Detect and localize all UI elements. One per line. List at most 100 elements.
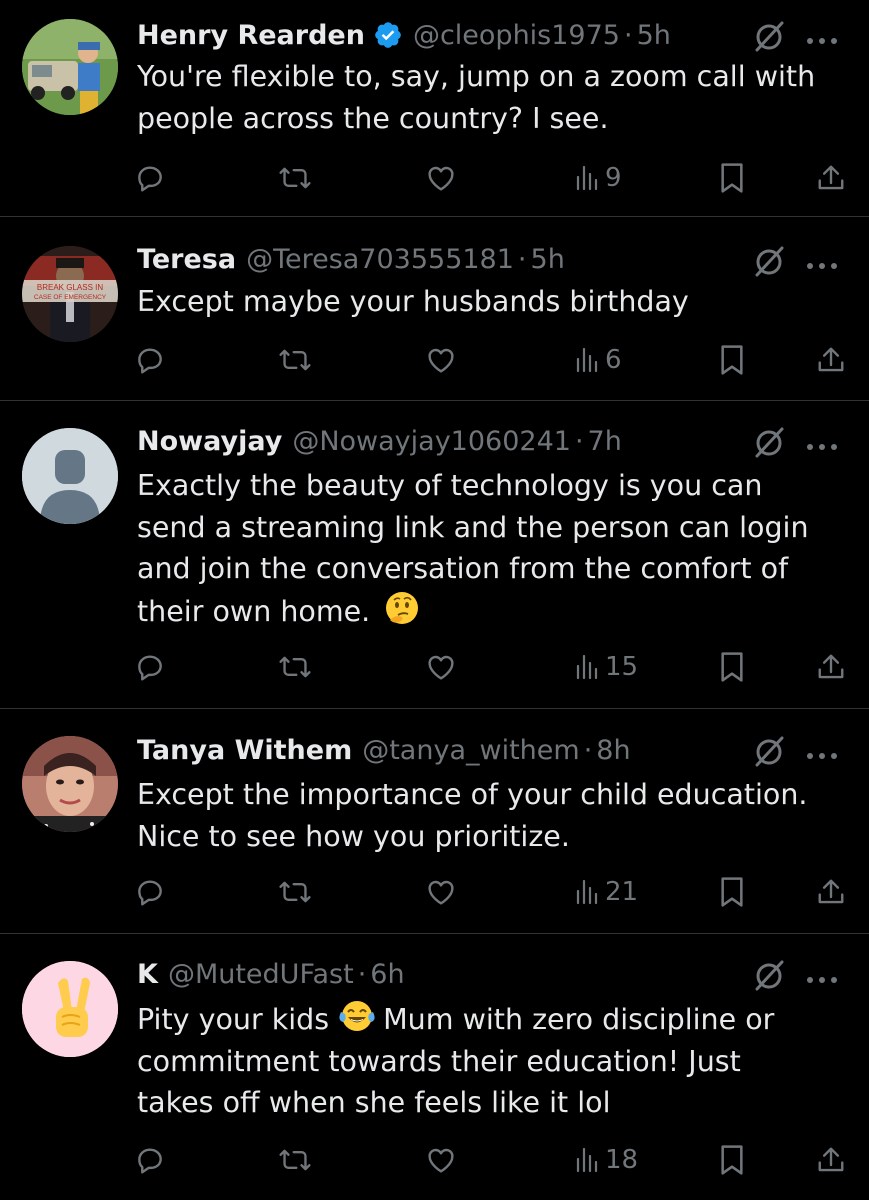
tweet-line: Except maybe your husbands birthday (137, 285, 689, 318)
grok-icon[interactable] (752, 244, 786, 278)
like-icon (428, 655, 454, 680)
like-button[interactable] (425, 340, 457, 380)
more-icon[interactable] (804, 31, 840, 44)
tweet-header: Teresa @Teresa703555181 · 5h (137, 241, 565, 277)
repost-button[interactable] (278, 872, 312, 912)
like-icon (428, 880, 454, 905)
like-button[interactable] (425, 647, 457, 687)
author-handle[interactable]: @MutedUFast (168, 959, 354, 990)
share-button[interactable] (816, 158, 846, 198)
more-icon[interactable] (804, 437, 840, 450)
avatar[interactable] (22, 736, 118, 832)
avatar[interactable] (22, 961, 118, 1057)
repost-icon (279, 656, 311, 678)
reply-button[interactable] (134, 340, 166, 380)
repost-icon (279, 881, 311, 903)
tweet-line: people across the country? I see. (137, 101, 609, 135)
like-button[interactable] (425, 872, 457, 912)
timestamp[interactable]: 8h (596, 735, 630, 766)
views-button[interactable]: 21 (575, 872, 638, 912)
views-count: 6 (605, 345, 622, 375)
reply-button[interactable] (134, 872, 166, 912)
tweet-line-text: Pity your kids (137, 1003, 330, 1036)
tweet-line: Except the importance of your child educ… (137, 778, 808, 811)
share-icon (818, 165, 844, 190)
views-count: 15 (605, 652, 639, 682)
tweet-header: Nowayjay @Nowayjay1060241 · 7h (137, 423, 622, 459)
author-name[interactable]: Tanya Withem (137, 735, 352, 766)
timestamp[interactable]: 6h (370, 959, 404, 990)
share-button[interactable] (816, 1140, 846, 1180)
author-handle[interactable]: @Nowayjay1060241 (292, 426, 571, 457)
divider (0, 216, 869, 217)
avatar[interactable] (22, 19, 118, 115)
bookmark-button[interactable] (718, 647, 746, 687)
tweet-line: You're flexible to, say, jump on a zoom … (137, 60, 816, 93)
tweet-line-text: Mum with zero discipline or (383, 1003, 775, 1036)
repost-button[interactable] (278, 340, 312, 380)
views-icon (576, 347, 598, 373)
timestamp[interactable]: 7h (588, 426, 622, 457)
author-name[interactable]: Teresa (137, 244, 236, 275)
reply-button[interactable] (134, 1140, 166, 1180)
avatar[interactable] (22, 428, 118, 524)
views-button[interactable]: 9 (575, 158, 622, 198)
reply-icon (138, 880, 162, 906)
like-button[interactable] (425, 1140, 457, 1180)
more-icon[interactable] (804, 970, 840, 983)
share-button[interactable] (816, 872, 846, 912)
separator: · (583, 734, 593, 766)
author-name[interactable]: Nowayjay (137, 426, 282, 457)
timestamp[interactable]: 5h (637, 20, 671, 51)
bookmark-button[interactable] (718, 340, 746, 380)
share-button[interactable] (816, 647, 846, 687)
separator: · (623, 19, 633, 51)
grok-icon[interactable] (752, 19, 786, 53)
tweet-line: Pity your kids Mum with zero discipline … (137, 998, 847, 1041)
more-icon[interactable] (804, 746, 840, 759)
like-icon (428, 348, 454, 373)
separator: · (574, 425, 584, 457)
tweet-header: K @MutedUFast · 6h (137, 956, 405, 992)
tweet-line: Nice to see how you prioritize. (137, 819, 570, 853)
grok-icon[interactable] (752, 425, 786, 459)
bookmark-icon (721, 345, 743, 375)
tweet-text: Pity your kids Mum with zero discipline … (137, 998, 847, 1124)
views-button[interactable]: 15 (575, 647, 638, 687)
author-name[interactable]: Henry Rearden (137, 20, 365, 51)
repost-button[interactable] (278, 647, 312, 687)
share-button[interactable] (816, 340, 846, 380)
timestamp[interactable]: 5h (531, 244, 565, 275)
views-count: 18 (605, 1145, 639, 1175)
divider (0, 933, 869, 934)
grok-icon[interactable] (752, 958, 786, 992)
bookmark-button[interactable] (718, 1140, 746, 1180)
author-handle[interactable]: @tanya_withem (362, 735, 579, 766)
reply-icon (138, 166, 162, 192)
like-icon (428, 1148, 454, 1173)
like-button[interactable] (425, 158, 457, 198)
repost-button[interactable] (278, 1140, 312, 1180)
avatar[interactable]: BREAK GLASS IN CASE OF EMERGENCY (22, 246, 118, 342)
grok-icon[interactable] (752, 734, 786, 768)
author-name[interactable]: K (137, 959, 158, 990)
action-bar: 18 (0, 1140, 869, 1180)
author-handle[interactable]: @cleophis1975 (413, 20, 620, 51)
views-button[interactable]: 18 (575, 1140, 638, 1180)
separator: · (357, 958, 367, 990)
bookmark-button[interactable] (718, 158, 746, 198)
avatar-sign-text: CASE OF EMERGENCY (34, 294, 107, 301)
views-icon (576, 654, 598, 680)
author-handle[interactable]: @Teresa703555181 (246, 244, 514, 275)
reply-button[interactable] (134, 158, 166, 198)
more-icon[interactable] (804, 256, 840, 269)
bookmark-button[interactable] (718, 872, 746, 912)
reply-icon (138, 655, 162, 681)
action-bar: 6 (0, 340, 869, 380)
tweet-line: Exactly the beauty of technology is you … (137, 469, 763, 502)
reply-button[interactable] (134, 647, 166, 687)
avatar-sign-text: BREAK GLASS IN (37, 283, 103, 292)
views-button[interactable]: 6 (575, 340, 622, 380)
thinking-face-emoji (384, 590, 420, 626)
repost-button[interactable] (278, 158, 312, 198)
